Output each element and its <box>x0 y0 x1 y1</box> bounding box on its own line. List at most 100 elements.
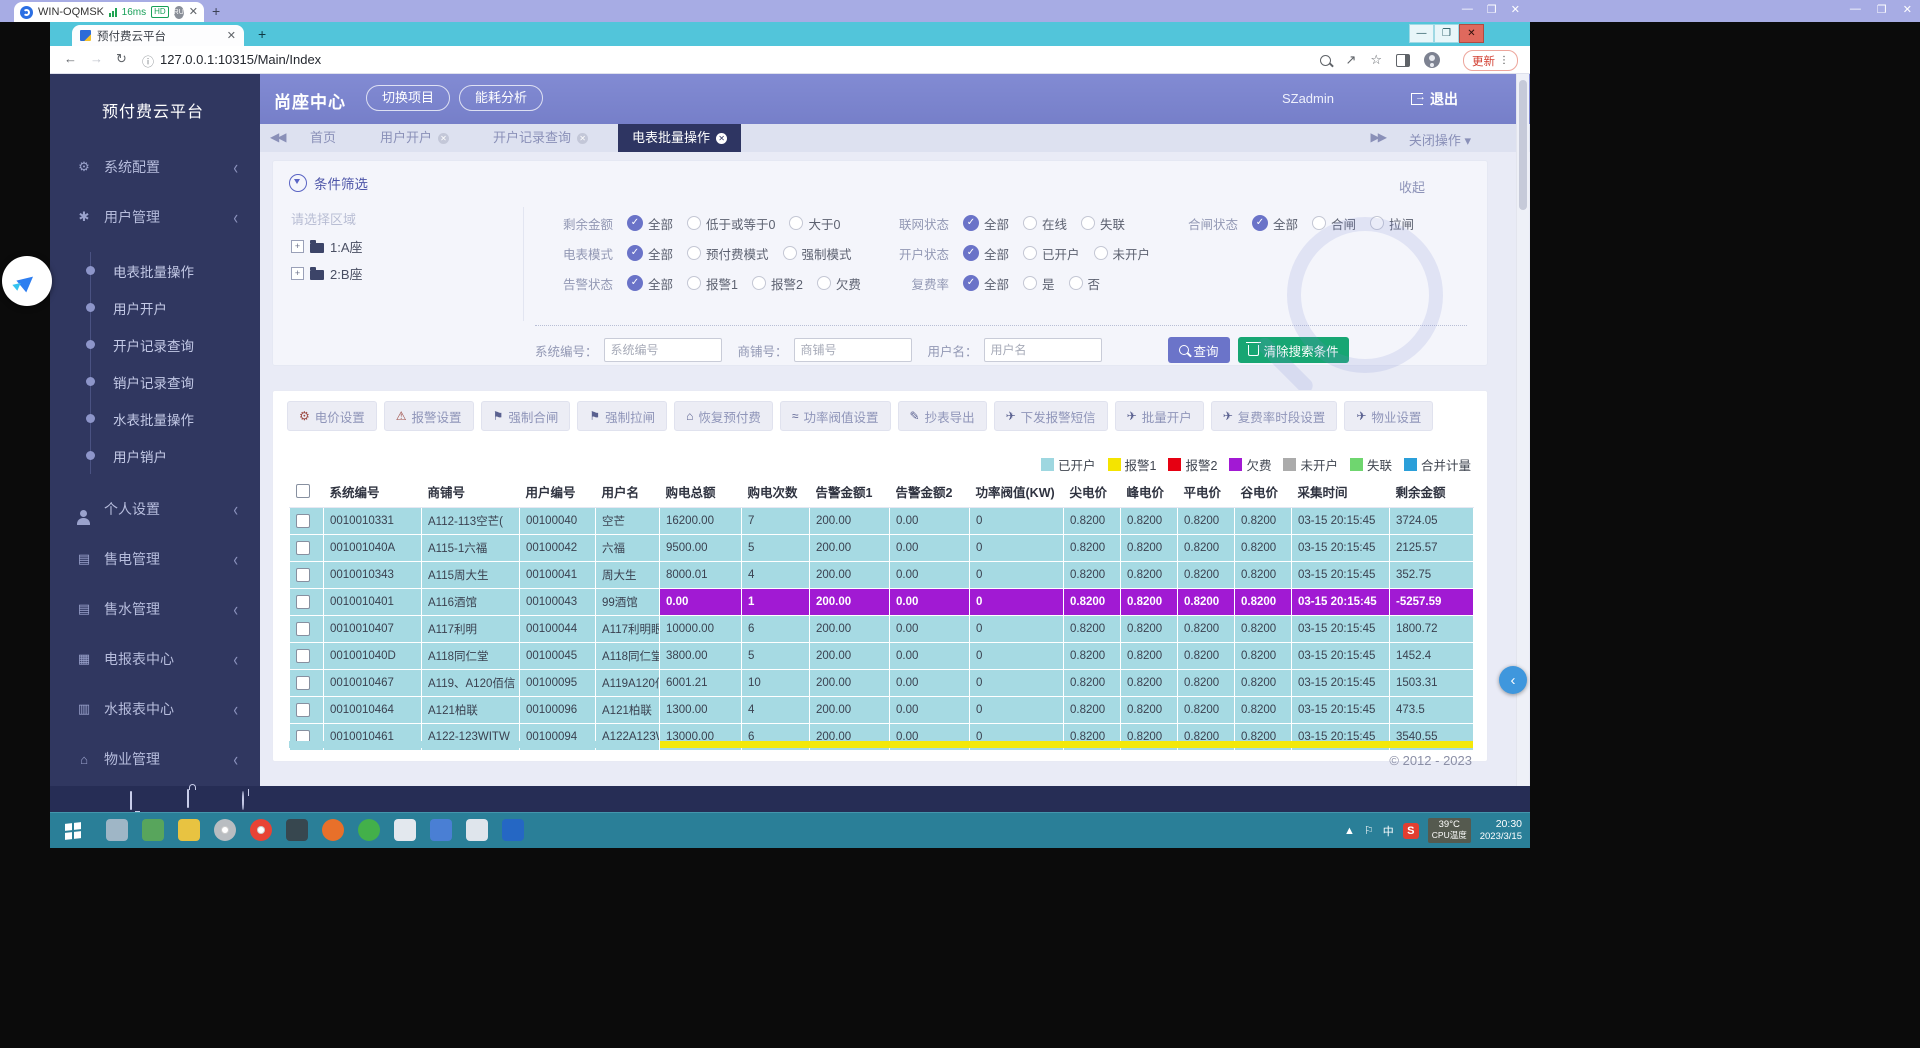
select-all-checkbox[interactable] <box>296 484 310 498</box>
viewer-session-tab[interactable]: WIN-OQMSK21... 16ms HD RU ✕ <box>14 2 204 22</box>
expand-icon[interactable]: + <box>291 267 304 280</box>
bookmark-star-icon[interactable]: ☆ <box>1370 52 1382 68</box>
profile-avatar[interactable] <box>1424 52 1440 68</box>
radio-checked-icon[interactable]: ✓ <box>1252 215 1268 231</box>
sidebar-item-5[interactable]: ▤售水管理‹ <box>74 594 260 624</box>
radio-checked-icon[interactable]: ✓ <box>627 275 643 291</box>
sidebar-subitem[interactable]: 水表批量操作 <box>91 400 260 437</box>
radio-option[interactable]: 是 <box>1023 274 1055 293</box>
radio-option[interactable]: ✓全部 <box>1252 214 1298 233</box>
radio-checked-icon[interactable]: ✓ <box>627 215 643 231</box>
radio-icon[interactable] <box>1023 216 1037 230</box>
username-input[interactable] <box>984 338 1102 362</box>
radio-option[interactable]: ✓全部 <box>627 274 673 293</box>
sidebar-subitem[interactable]: 销户记录查询 <box>91 363 260 400</box>
forward-icon[interactable]: → <box>90 51 103 66</box>
tab-close-icon[interactable]: ✕ <box>438 133 449 144</box>
row-checkbox[interactable] <box>296 595 310 609</box>
radio-option[interactable]: ✓全部 <box>627 244 673 263</box>
sidebar-item-6[interactable]: ▦电报表中心‹ <box>74 644 260 674</box>
radio-icon[interactable] <box>783 246 797 260</box>
monitor-app-icon[interactable] <box>394 819 416 841</box>
radio-option[interactable]: 强制模式 <box>783 244 852 263</box>
table-row[interactable]: 001001040AA115-1六福00100042六福9500.005200.… <box>290 535 1474 562</box>
radio-checked-icon[interactable]: ✓ <box>963 245 979 261</box>
sidebar-item-2[interactable]: ✱用户管理‹ <box>74 202 260 232</box>
viewer-session-controls[interactable]: —❐✕ <box>1462 3 1520 16</box>
table-row[interactable]: 0010010343A115周大生00100041周大生8000.014200.… <box>290 562 1474 589</box>
radio-icon[interactable] <box>687 246 701 260</box>
tree-node-a[interactable]: + 1:A座 <box>291 237 363 256</box>
radio-option[interactable]: 已开户 <box>1023 244 1080 263</box>
sidebar-subitem[interactable]: 开户记录查询 <box>91 326 260 363</box>
sidebar-subitem[interactable]: 用户销户 <box>91 437 260 474</box>
back-icon[interactable]: ← <box>64 51 77 66</box>
toolbar-button-电价设置[interactable]: ⚙电价设置 <box>287 401 377 431</box>
row-checkbox[interactable] <box>296 568 310 582</box>
printer-icon[interactable] <box>106 819 128 841</box>
radio-option[interactable]: 预付费模式 <box>687 244 769 263</box>
browser-update-button[interactable]: 更新⋮ <box>1463 50 1518 71</box>
side-panel-icon[interactable] <box>1396 54 1410 67</box>
tab-用户开户[interactable]: 用户开户✕ <box>366 124 463 152</box>
sidebar-item-7[interactable]: ▥水报表中心‹ <box>74 694 260 724</box>
tray-expand-icon[interactable]: ▲ <box>1344 825 1355 837</box>
monitor-icon[interactable] <box>130 792 132 810</box>
toolbar-button-批量开户[interactable]: ✈批量开户 <box>1115 401 1204 431</box>
row-checkbox[interactable] <box>296 622 310 636</box>
radio-icon[interactable] <box>789 216 803 230</box>
chrome-maximize-button[interactable]: ❐ <box>1434 24 1459 43</box>
sogou-icon[interactable]: S <box>1403 823 1419 839</box>
remote-tool-floating-button[interactable]: ▶▶ <box>2 256 52 306</box>
collapse-link[interactable]: 收起 <box>1399 177 1425 196</box>
zoom-icon[interactable] <box>1320 55 1331 66</box>
toolbar-button-下发报警短信[interactable]: ✈下发报警短信 <box>994 401 1108 431</box>
table-row[interactable]: 0010010401A116酒馆0010004399酒馆0.001200.000… <box>290 589 1474 616</box>
radio-option[interactable]: 大于0 <box>789 214 840 233</box>
logout-button[interactable]: 退出 <box>1411 89 1458 109</box>
browser-new-tab-button[interactable]: + <box>258 26 266 42</box>
radio-icon[interactable] <box>817 276 831 290</box>
radio-icon[interactable] <box>1094 246 1108 260</box>
share-icon[interactable]: ↗ <box>1345 52 1356 68</box>
chrome-icon[interactable] <box>250 819 272 841</box>
toolbar-button-报警设置[interactable]: ⚠报警设置 <box>384 401 474 431</box>
browser-tab[interactable]: 预付费云平台 ✕ <box>72 25 244 46</box>
chrome-close-button[interactable]: ✕ <box>1459 24 1484 43</box>
radio-checked-icon[interactable]: ✓ <box>963 215 979 231</box>
tab-开户记录查询[interactable]: 开户记录查询✕ <box>479 124 602 152</box>
toolbar-button-抄表导出[interactable]: ✎抄表导出 <box>898 401 987 431</box>
toolbar-button-强制拉闸[interactable]: ⚑强制拉闸 <box>577 401 667 431</box>
shop-number-input[interactable] <box>794 338 912 362</box>
keyboard-icon[interactable] <box>286 819 308 841</box>
radio-icon[interactable] <box>1069 276 1083 290</box>
energy-analysis-button[interactable]: 能耗分析 <box>459 85 543 111</box>
radio-option[interactable]: 在线 <box>1023 214 1067 233</box>
table-row[interactable]: 001001040DA118同仁堂00100045A118同仁堂3800.005… <box>290 643 1474 670</box>
toolbar-button-物业设置[interactable]: ✈物业设置 <box>1344 401 1433 431</box>
tabs-scroll-left-icon[interactable]: ◀◀ <box>270 130 284 144</box>
expand-icon[interactable]: + <box>291 240 304 253</box>
toolbar-button-强制合闸[interactable]: ⚑强制合闸 <box>481 401 571 431</box>
row-checkbox[interactable] <box>296 676 310 690</box>
ime-icon[interactable]: 中 <box>1383 823 1394 839</box>
sidebar-subitem[interactable]: 电表批量操作 <box>91 252 260 289</box>
switch-project-button[interactable]: 切换项目 <box>366 85 450 111</box>
collapse-fab-button[interactable]: ‹ <box>1499 666 1527 694</box>
table-row[interactable]: 0010010407A117利明00100044A117利明眼镜10000.00… <box>290 616 1474 643</box>
url-text[interactable]: 127.0.0.1:10315/Main/Index <box>160 52 321 67</box>
sidebar-item-3[interactable]: 个人设置‹ <box>74 494 260 524</box>
system-code-input[interactable] <box>604 338 722 362</box>
radio-option[interactable]: ✓全部 <box>627 214 673 233</box>
sidebar-item-8[interactable]: ⌂物业管理‹ <box>74 744 260 774</box>
lock-icon[interactable] <box>187 790 189 808</box>
start-button[interactable] <box>50 813 96 848</box>
tab-close-icon[interactable]: ✕ <box>577 133 588 144</box>
reload-icon[interactable]: ↻ <box>116 51 127 67</box>
tab-首页[interactable]: 首页 <box>296 124 350 152</box>
chrome-minimize-button[interactable]: — <box>1409 24 1434 43</box>
firefox-icon[interactable] <box>322 819 344 841</box>
teamviewer-icon[interactable] <box>502 819 524 841</box>
browser-tab-close-icon[interactable]: ✕ <box>227 29 236 42</box>
query-button[interactable]: 查询 <box>1168 337 1230 363</box>
